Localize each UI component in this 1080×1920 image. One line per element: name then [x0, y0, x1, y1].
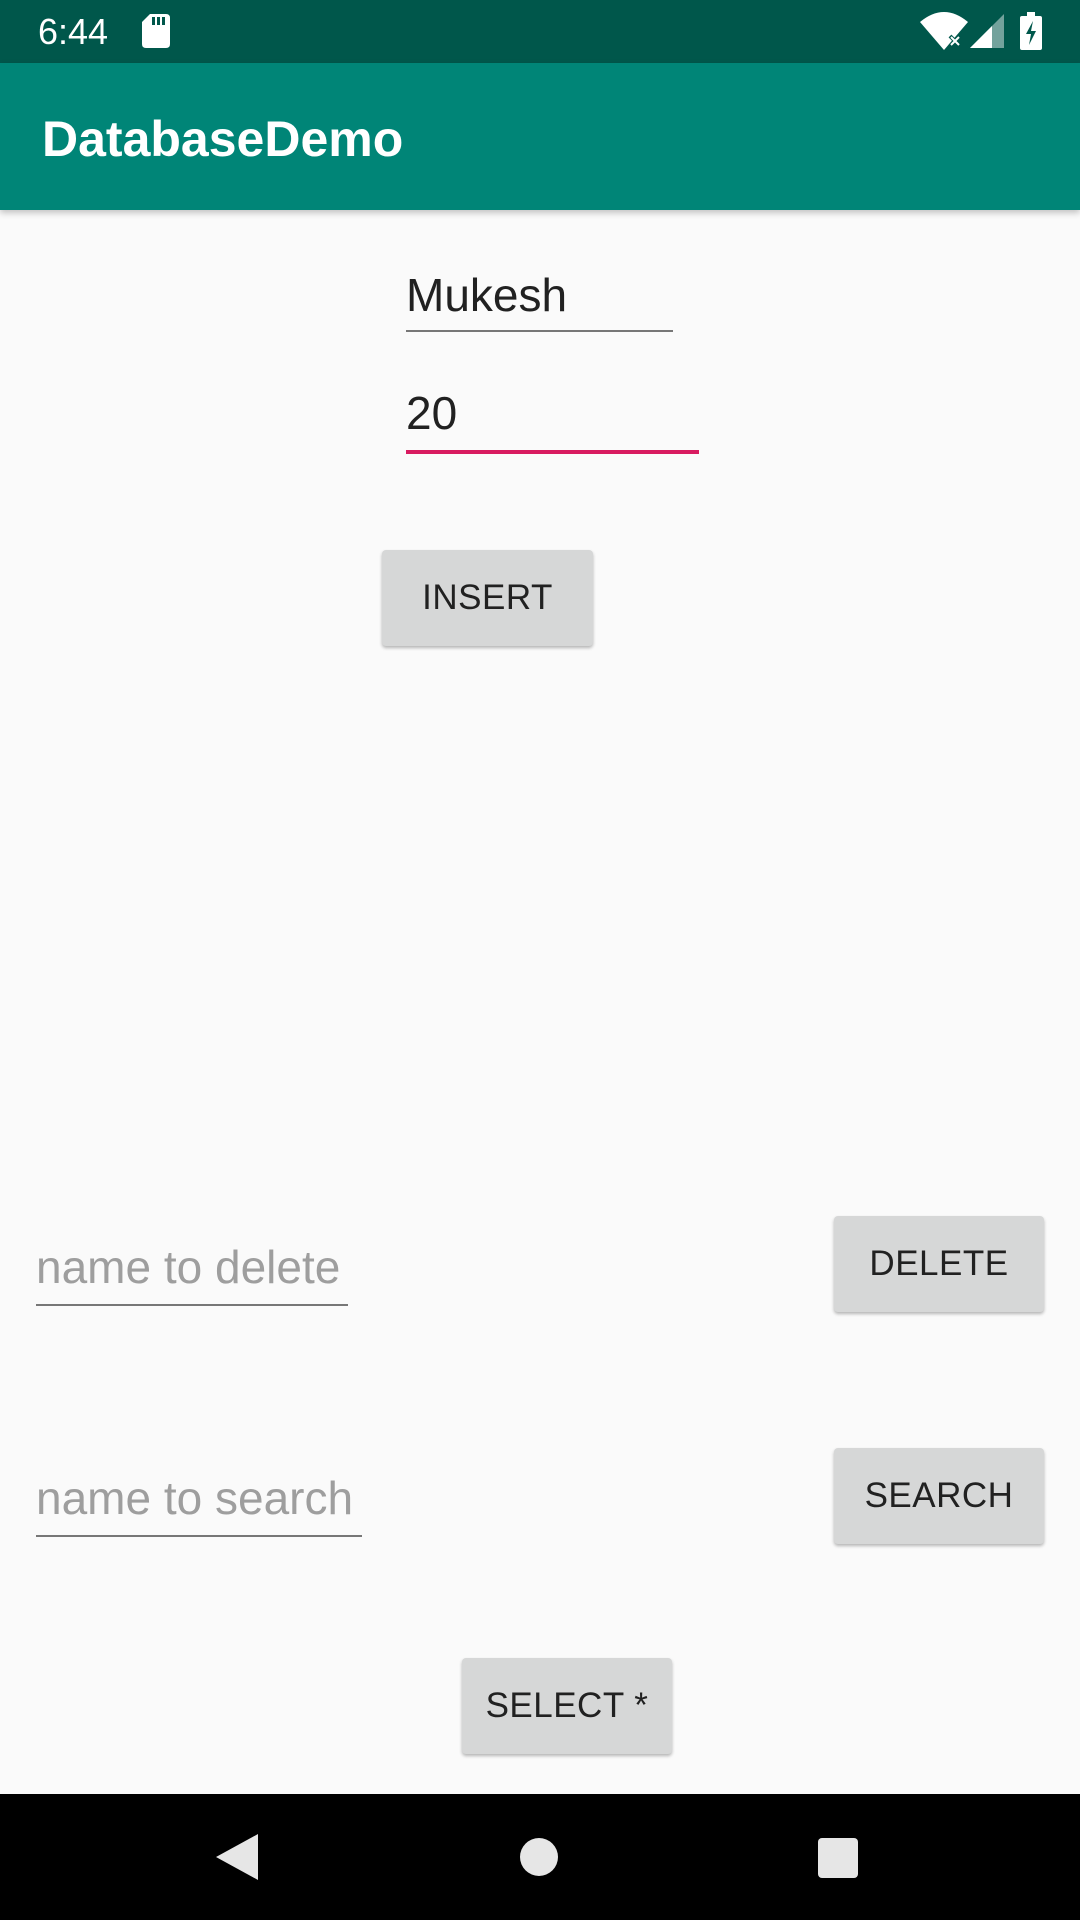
delete-field-underline — [36, 1304, 348, 1306]
name-field-underline — [406, 330, 673, 332]
app-bar: DatabaseDemo — [0, 63, 1080, 210]
search-name-input[interactable] — [36, 1471, 362, 1525]
delete-name-input[interactable] — [36, 1240, 348, 1294]
app-title: DatabaseDemo — [42, 111, 404, 167]
insert-button[interactable]: INSERT — [382, 550, 593, 646]
wifi-icon — [920, 12, 968, 50]
signal-icon — [970, 14, 1004, 48]
search-name-field[interactable] — [36, 1471, 362, 1537]
age-field[interactable]: 20 — [406, 386, 699, 454]
name-field[interactable]: Mukesh — [406, 268, 673, 332]
age-field-underline — [406, 450, 699, 454]
age-field-value: 20 — [406, 387, 458, 439]
back-icon[interactable] — [216, 1834, 258, 1880]
search-field-underline — [36, 1535, 362, 1537]
name-field-value: Mukesh — [406, 269, 568, 321]
search-button[interactable]: SEARCH — [834, 1448, 1044, 1544]
select-all-button[interactable]: SELECT * — [462, 1658, 672, 1754]
status-bar: 6:44 — [0, 0, 1080, 63]
home-icon[interactable] — [520, 1838, 558, 1876]
status-time: 6:44 — [38, 11, 109, 52]
recents-icon[interactable] — [818, 1838, 858, 1878]
delete-name-field[interactable] — [36, 1240, 348, 1306]
battery-icon — [1020, 12, 1042, 50]
sd-card-icon — [142, 14, 170, 48]
delete-button[interactable]: DELETE — [834, 1216, 1044, 1312]
navigation-bar — [0, 1794, 1080, 1920]
